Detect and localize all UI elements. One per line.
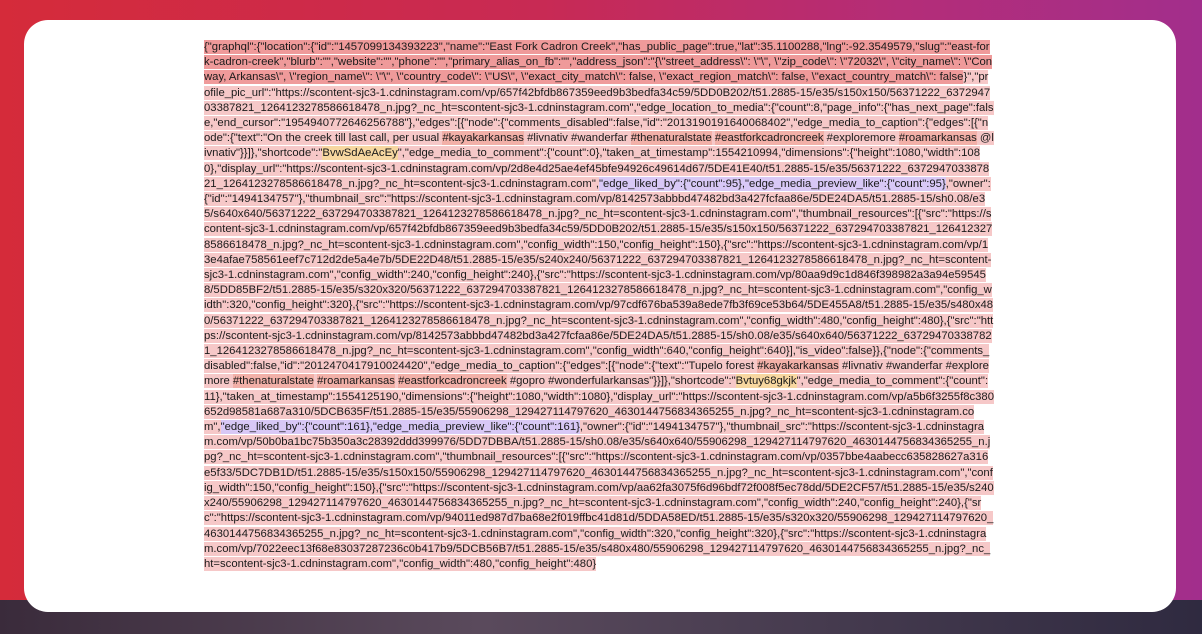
json-segment: ,"owner":{"id":"1494134757"},"thumbnail_… xyxy=(204,176,994,374)
json-segment: {"graphql":{"location":{"id":"1457099134… xyxy=(204,40,993,85)
json-segment: ,"owner":{"id":"1494134757"},"thumbnail_… xyxy=(204,420,994,571)
hashtag-highlight: #roamarkansas xyxy=(317,374,395,389)
shortcode-highlight: Bvtuy68gkjk xyxy=(735,374,797,389)
json-segment: #gopro #wonderfularkansas"}}]},"shortcod… xyxy=(506,374,736,389)
hashtag-highlight: #kayakarkansas xyxy=(757,359,839,374)
hashtag-highlight: #roamarkansas xyxy=(898,131,977,146)
likes-highlight: "edge_liked_by":{"count":161},"edge_medi… xyxy=(220,420,580,435)
hashtag-highlight: #eastforkcadroncreek xyxy=(714,131,824,146)
content-card: {"graphql":{"location":{"id":"1457099134… xyxy=(24,20,1176,612)
shortcode-highlight: BvwSdAeAcEy xyxy=(322,146,398,161)
json-segment: #exploremore xyxy=(823,131,899,146)
hashtag-highlight: #thenaturalstate xyxy=(630,131,712,146)
json-segment: #livnativ #wanderfar xyxy=(523,131,631,146)
likes-highlight: "edge_liked_by":{"count":95},"edge_media… xyxy=(598,176,946,191)
hashtag-highlight: #kayakarkansas xyxy=(442,131,524,146)
hashtag-highlight: #eastforkcadroncreek xyxy=(398,374,507,389)
hashtag-highlight: #thenaturalstate xyxy=(232,374,314,389)
json-response-text: {"graphql":{"location":{"id":"1457099134… xyxy=(204,40,994,572)
